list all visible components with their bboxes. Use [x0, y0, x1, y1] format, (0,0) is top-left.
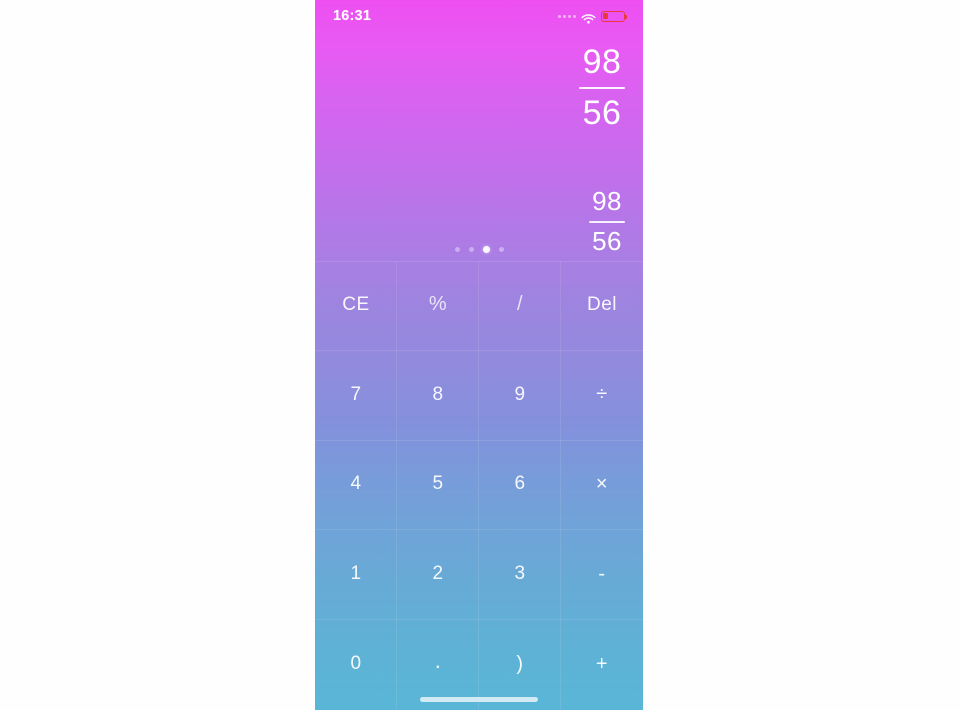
battery-low-icon	[601, 10, 628, 22]
key-slash[interactable]: /	[479, 261, 561, 351]
key-1[interactable]: 1	[315, 530, 397, 620]
key-slash-label: /	[516, 293, 524, 316]
page-indicator[interactable]	[315, 246, 643, 253]
key-0[interactable]: 0	[315, 620, 397, 710]
key-8-label: 8	[432, 383, 444, 405]
key-4[interactable]: 4	[315, 441, 397, 531]
key-subtract[interactable]: -	[561, 530, 643, 620]
result-fraction-bar	[589, 221, 625, 223]
key-delete-label: Del	[586, 293, 617, 315]
page-dot-4[interactable]	[498, 247, 504, 252]
key-9-label: 9	[514, 383, 526, 405]
key-percent-label: %	[428, 293, 448, 316]
key-clear-entry[interactable]: CE	[315, 261, 397, 351]
key-subtract-label: -	[598, 562, 606, 585]
key-9[interactable]: 9	[479, 351, 561, 441]
key-divide-label: ÷	[596, 383, 608, 406]
status-bar: 16:31	[315, 0, 643, 32]
key-5-label: 5	[432, 473, 444, 495]
key-add[interactable]: +	[561, 620, 643, 710]
key-3[interactable]: 3	[479, 530, 561, 620]
key-multiply[interactable]: ×	[561, 441, 643, 531]
expression-denominator: 56	[582, 93, 622, 132]
key-percent[interactable]: %	[397, 261, 479, 351]
expression-fraction: 98 56	[579, 42, 625, 133]
keypad: CE% / Del 7 8 9 ÷ 4 5 6 × 1 2 3 - 0.) +	[315, 261, 643, 710]
key-8[interactable]: 8	[397, 351, 479, 441]
key-7[interactable]: 7	[315, 351, 397, 441]
wifi-icon	[581, 11, 596, 24]
status-bar-clock: 16:31	[333, 8, 372, 24]
key-6[interactable]: 6	[479, 441, 561, 531]
status-bar-indicators	[558, 10, 628, 24]
key-0-label: 0	[350, 653, 362, 675]
phone-screen: 16:31 98 56 98 56 CE % / Del 7 8 9 ÷ 4 5…	[315, 0, 643, 710]
key-decimal-point-label: .	[434, 648, 442, 674]
expression-numerator: 98	[582, 43, 622, 81]
signal-dots-icon	[558, 14, 576, 18]
key-close-paren-label: )	[516, 652, 524, 675]
key-4-label: 4	[350, 473, 362, 495]
key-divide[interactable]: ÷	[561, 351, 643, 441]
calculator-display: 98 56 98 56	[315, 32, 643, 261]
key-2[interactable]: 2	[397, 530, 479, 620]
key-add-label: +	[595, 652, 609, 675]
expression-fraction-bar	[579, 87, 625, 89]
key-delete[interactable]: Del	[561, 261, 643, 351]
screenshot-canvas: 16:31 98 56 98 56 CE % / Del 7 8 9 ÷ 4 5…	[0, 0, 960, 710]
key-clear-entry-label: CE	[342, 293, 370, 315]
home-indicator[interactable]	[420, 697, 538, 702]
key-2-label: 2	[432, 563, 444, 585]
key-7-label: 7	[350, 383, 362, 405]
key-multiply-label: ×	[595, 472, 609, 495]
key-3-label: 3	[514, 563, 526, 585]
page-dot-3[interactable]	[482, 246, 490, 253]
result-numerator: 98	[592, 186, 622, 216]
page-dot-1[interactable]	[454, 247, 460, 252]
key-1-label: 1	[350, 563, 362, 585]
key-6-label: 6	[514, 473, 526, 495]
key-5[interactable]: 5	[397, 441, 479, 531]
page-dot-2[interactable]	[468, 247, 474, 252]
